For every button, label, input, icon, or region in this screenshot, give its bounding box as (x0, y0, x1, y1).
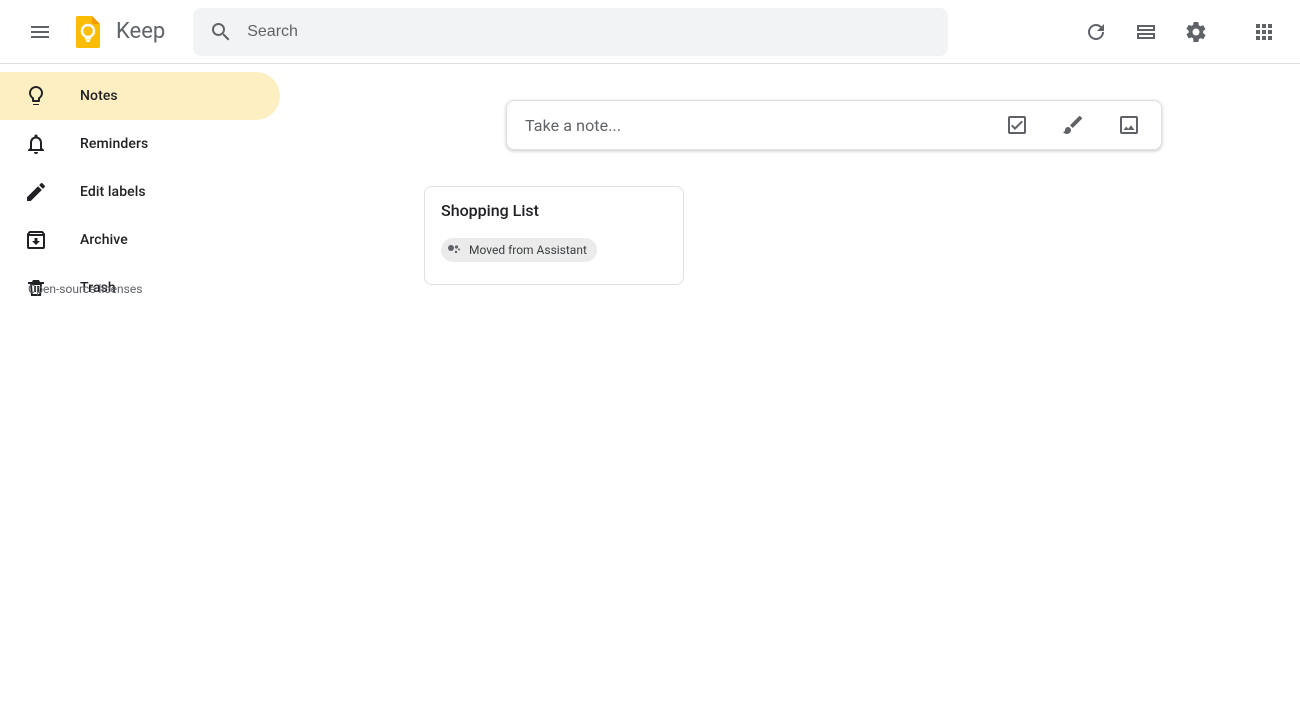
app-name: Keep (116, 19, 165, 44)
main-content: Take a note... Shopping List (280, 64, 1300, 724)
header-actions (1072, 8, 1288, 56)
sidebar: Notes Reminders Edit labels Archive Tras… (0, 64, 280, 312)
search-button[interactable] (201, 12, 241, 52)
take-note-actions (985, 101, 1153, 149)
sidebar-item-reminders[interactable]: Reminders (0, 120, 280, 168)
main-menu-button[interactable] (16, 8, 64, 56)
pencil-icon (12, 168, 60, 216)
sidebar-item-label: Archive (80, 232, 128, 248)
list-view-button[interactable] (1122, 8, 1170, 56)
apps-grid-icon (1252, 20, 1276, 44)
image-icon (1117, 113, 1141, 137)
settings-button[interactable] (1172, 8, 1220, 56)
app-logo-title[interactable]: Keep (68, 12, 165, 52)
new-drawing-button[interactable] (1049, 101, 1097, 149)
note-card[interactable]: Shopping List Moved from Assistant (424, 186, 684, 285)
bell-icon (12, 120, 60, 168)
gear-icon (1184, 20, 1208, 44)
search-icon (209, 20, 233, 44)
sidebar-item-label: Notes (80, 88, 118, 104)
sidebar-item-notes[interactable]: Notes (0, 72, 280, 120)
hamburger-icon (28, 20, 52, 44)
take-note-bar[interactable]: Take a note... (506, 100, 1162, 150)
list-view-icon (1134, 20, 1158, 44)
new-image-note-button[interactable] (1105, 101, 1153, 149)
keep-logo-icon (68, 12, 108, 52)
take-note-placeholder: Take a note... (525, 116, 985, 135)
sidebar-item-label: Edit labels (80, 184, 146, 200)
google-apps-button[interactable] (1240, 8, 1288, 56)
header: Keep (0, 0, 1300, 64)
note-chip[interactable]: Moved from Assistant (441, 238, 597, 262)
checkbox-icon (1005, 113, 1029, 137)
chip-label: Moved from Assistant (469, 243, 587, 257)
assistant-icon (447, 243, 461, 257)
archive-icon (12, 216, 60, 264)
lightbulb-icon (12, 72, 60, 120)
open-source-licenses-link[interactable]: Open-source licenses (28, 282, 142, 296)
sidebar-item-archive[interactable]: Archive (0, 216, 280, 264)
refresh-button[interactable] (1072, 8, 1120, 56)
sidebar-item-edit-labels[interactable]: Edit labels (0, 168, 280, 216)
sidebar-item-label: Reminders (80, 136, 148, 152)
new-list-button[interactable] (993, 101, 1041, 149)
search-input[interactable] (241, 23, 940, 41)
note-title: Shopping List (441, 201, 667, 220)
refresh-icon (1084, 20, 1108, 44)
brush-icon (1061, 113, 1085, 137)
search-bar[interactable] (193, 8, 948, 56)
